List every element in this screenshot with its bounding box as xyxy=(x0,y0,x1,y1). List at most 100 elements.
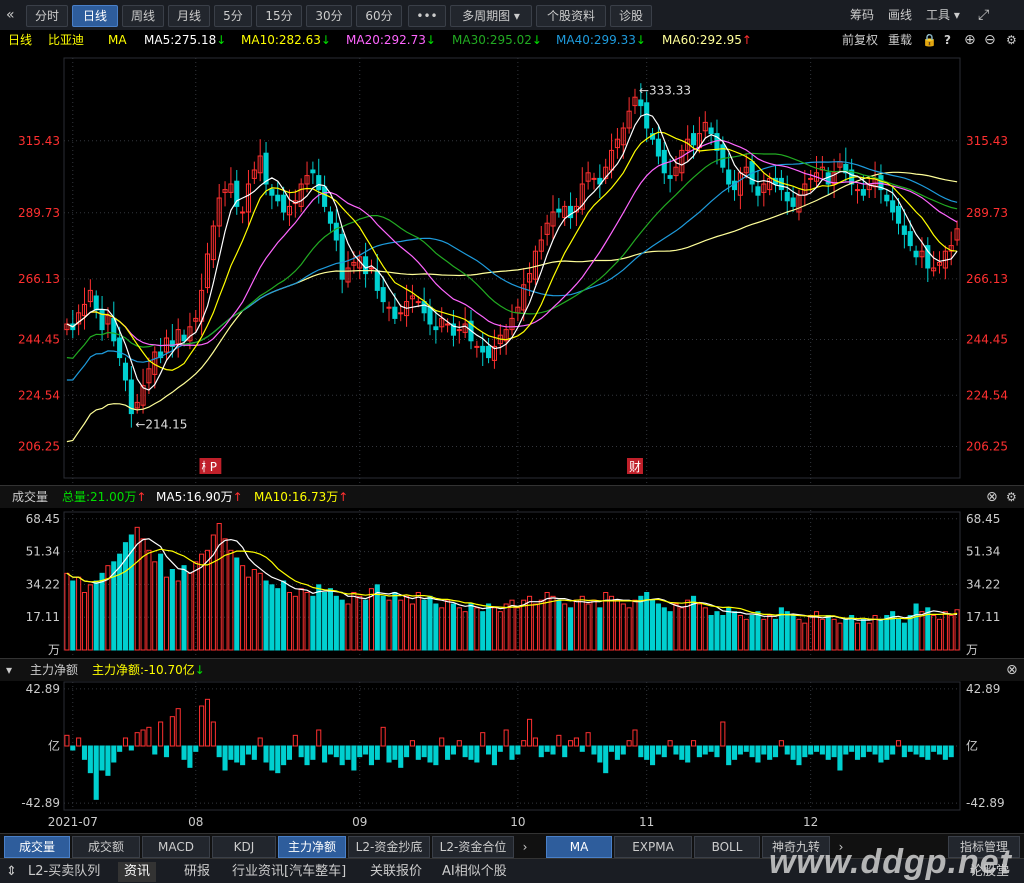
lock-icon[interactable]: 🔒 xyxy=(922,30,937,50)
candle-body xyxy=(644,102,650,129)
money-flow-bar xyxy=(158,721,164,747)
period-button-monthly[interactable]: 月线 xyxy=(168,5,210,27)
volume-bar xyxy=(70,580,76,651)
money-flow-bar xyxy=(111,745,117,763)
money-flow-bar xyxy=(790,745,796,760)
volume-bar xyxy=(860,618,866,651)
close-circle-icon[interactable]: ⊗ xyxy=(986,486,998,508)
candle-body xyxy=(310,169,316,174)
reload-button[interactable]: 重载 xyxy=(888,30,912,50)
diagnose-button[interactable]: 诊股 xyxy=(610,5,652,27)
forward-adjust-button[interactable]: 前复权 xyxy=(842,30,878,50)
multi-period-label: 多周期图 xyxy=(462,9,511,23)
ma20-value: MA20:292.73↓ xyxy=(346,30,436,50)
volume-bar xyxy=(298,588,304,651)
period-button-5min[interactable]: 5分 xyxy=(214,5,252,27)
question-icon[interactable]: ? xyxy=(944,30,951,50)
period-button-15min[interactable]: 15分 xyxy=(256,5,302,27)
money-flow-bar xyxy=(228,745,234,760)
candle-body xyxy=(322,186,328,207)
expand-icon[interactable]: ⤢ xyxy=(978,5,989,25)
money-flow-bar xyxy=(649,745,656,766)
tab-volume[interactable]: 成交量 xyxy=(4,836,70,858)
tab-l2-queue[interactable]: L2-买卖队列 xyxy=(28,862,100,882)
gear-icon[interactable]: ⚙ xyxy=(1006,30,1017,50)
chevron-down-icon[interactable]: ▾ xyxy=(6,659,12,681)
volume-bar xyxy=(743,618,749,651)
expand-icon[interactable]: ⇕ xyxy=(6,862,17,882)
multi-period-dropdown[interactable]: 多周期图 ▾ xyxy=(450,5,532,27)
volume-tick-label-right: 万 xyxy=(966,643,978,657)
volume-bar xyxy=(936,618,943,651)
y-tick-label-left: 266.13 xyxy=(18,272,60,286)
more-periods-button[interactable]: ••• xyxy=(408,5,446,27)
volume-bar xyxy=(591,599,597,651)
money-flow-bar xyxy=(620,745,626,755)
tab-ma[interactable]: MA xyxy=(546,836,612,858)
tools-label: 工具 xyxy=(926,8,951,22)
zoom-out-icon[interactable]: ⊖ xyxy=(984,30,996,50)
volume-bar xyxy=(731,611,738,651)
ma-info-line: 日线 比亚迪 MA MA5:275.18↓ MA10:282.63↓ MA20:… xyxy=(0,30,1024,50)
tab-news[interactable]: 资讯 xyxy=(118,862,157,882)
zoom-in-icon[interactable]: ⊕ xyxy=(964,30,976,50)
volume-bar xyxy=(357,595,363,651)
money-flow-bar xyxy=(872,745,878,755)
candle-body xyxy=(661,149,667,174)
volume-bar xyxy=(802,622,808,651)
period-button-daily[interactable]: 日线 xyxy=(72,5,118,27)
x-tick-label: 09 xyxy=(352,815,367,829)
period-button-30min[interactable]: 30分 xyxy=(306,5,352,27)
double-chevron-left-icon[interactable]: « xyxy=(6,5,15,25)
volume-bar xyxy=(808,615,814,651)
volume-bar xyxy=(462,611,468,651)
stock-info-button[interactable]: 个股资料 xyxy=(536,5,606,27)
tab-related-quotes[interactable]: 关联报价 xyxy=(370,862,422,882)
candle-body xyxy=(117,337,123,359)
close-circle-icon[interactable]: ⊗ xyxy=(1006,659,1018,681)
tab-l2-position[interactable]: L2-资金合位 xyxy=(432,836,514,858)
volume-bar xyxy=(655,603,661,651)
volume-bar xyxy=(146,549,152,651)
period-button-weekly[interactable]: 周线 xyxy=(122,5,164,27)
volume-ma10: MA10:16.73万↑ xyxy=(254,486,348,508)
tab-money-flow[interactable]: 主力净额 xyxy=(278,836,346,858)
volume-bar xyxy=(281,580,287,651)
period-button-intraday[interactable]: 分时 xyxy=(26,5,68,27)
tab-kdj[interactable]: KDJ xyxy=(212,836,276,858)
ma40-text: MA40:299.33 xyxy=(556,33,636,47)
money-flow-bar xyxy=(99,745,105,771)
tab-macd[interactable]: MACD xyxy=(142,836,210,858)
volume-bar xyxy=(790,615,796,651)
money-flow-bar xyxy=(427,745,433,763)
money-flow-bar xyxy=(819,745,825,755)
money-flow-bar xyxy=(322,745,328,763)
tab-boll[interactable]: BOLL xyxy=(694,836,760,858)
money-flow-bar xyxy=(251,745,257,760)
money-flow-bar xyxy=(884,745,890,760)
tab-industry-news[interactable]: 行业资讯[汽车整车] xyxy=(232,862,346,882)
kline-chart[interactable]: 315.43 315.43 289.73 289.73 266.13 266.13 244.… xyxy=(0,50,1024,833)
candle-body xyxy=(415,301,421,304)
tools-dropdown[interactable]: 工具 ▾ xyxy=(926,5,960,25)
volume-bar xyxy=(468,603,474,651)
tab-l2-bottom[interactable]: L2-资金抄底 xyxy=(348,836,430,858)
tab-research[interactable]: 研报 xyxy=(184,862,210,882)
tab-turnover[interactable]: 成交额 xyxy=(72,836,140,858)
money-flow-tick-label-right: 42.89 xyxy=(966,682,1000,696)
money-flow-bar xyxy=(808,745,814,755)
gear-icon[interactable]: ⚙ xyxy=(1006,486,1017,508)
chevron-right-icon[interactable]: › xyxy=(516,836,534,858)
money-flow-bar xyxy=(491,745,497,766)
money-flow-bar xyxy=(128,745,134,751)
draw-line-button[interactable]: 画线 xyxy=(888,5,912,25)
money-flow-bar xyxy=(638,745,644,758)
period-button-60min[interactable]: 60分 xyxy=(356,5,402,27)
money-flow-bar xyxy=(784,745,790,755)
panel-frame-1 xyxy=(63,511,961,651)
chips-button[interactable]: 筹码 xyxy=(850,5,874,25)
tab-ai-similar[interactable]: AI相似个股 xyxy=(442,862,507,882)
volume-bar xyxy=(679,607,685,651)
tab-expma[interactable]: EXPMA xyxy=(614,836,692,858)
caret-down-icon: ▾ xyxy=(513,9,520,23)
